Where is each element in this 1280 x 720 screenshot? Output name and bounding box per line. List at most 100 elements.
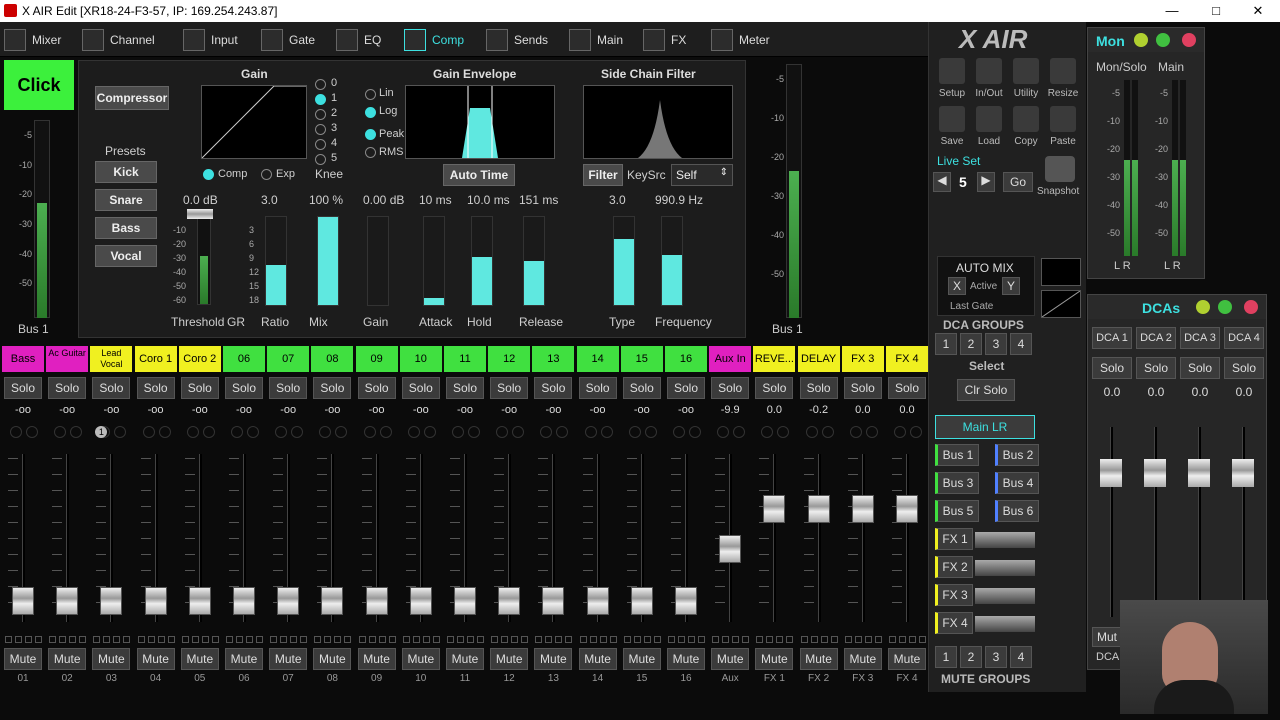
peak-radio[interactable]	[365, 129, 376, 140]
mute-button[interactable]: Mute	[92, 648, 131, 670]
solo-button[interactable]: Solo	[48, 377, 87, 399]
mute-button[interactable]: Mute	[48, 648, 87, 670]
go-button[interactable]: Go	[1003, 172, 1033, 192]
minimize-icon[interactable]	[1196, 300, 1210, 314]
param-bar-frequency[interactable]	[661, 216, 683, 306]
dca-name-button[interactable]: DCA 4	[1224, 327, 1264, 349]
solo-button[interactable]: Solo	[755, 377, 794, 399]
mute-button[interactable]: Mute	[490, 648, 529, 670]
fader-knob[interactable]	[365, 587, 388, 616]
channel-name[interactable]: Coro 2	[178, 346, 221, 372]
channel-name[interactable]: 06	[223, 346, 265, 372]
fader-knob[interactable]	[807, 495, 830, 524]
close-icon[interactable]: ✕	[1238, 0, 1278, 22]
fader-knob[interactable]	[144, 587, 167, 616]
channel-name[interactable]: FX 4	[886, 346, 928, 372]
paste-icon[interactable]	[1050, 106, 1076, 132]
preset-snare-button[interactable]: Snare	[95, 189, 157, 211]
solo-button[interactable]: Solo	[799, 377, 838, 399]
knee-2-radio[interactable]	[315, 109, 326, 120]
tab-mixer[interactable]: Mixer	[4, 24, 61, 55]
preset-vocal-button[interactable]: Vocal	[95, 245, 157, 267]
mute-button[interactable]: Mute	[888, 648, 926, 670]
tab-eq[interactable]: EQ	[336, 24, 381, 55]
param-bar-type[interactable]	[613, 216, 635, 306]
channel-name[interactable]: Ac Guitar	[46, 346, 89, 372]
fader-knob[interactable]	[851, 495, 874, 524]
main-lr-button[interactable]: Main LR	[935, 415, 1035, 439]
dock-icon[interactable]	[1156, 33, 1170, 47]
fader-knob[interactable]	[630, 587, 653, 616]
fader-knob[interactable]	[498, 587, 521, 616]
dca-name-button[interactable]: DCA 3	[1180, 327, 1220, 349]
log-radio[interactable]	[365, 107, 376, 118]
solo-button[interactable]: Solo	[225, 377, 263, 399]
mute-button[interactable]: Mute	[667, 648, 705, 670]
mute-button[interactable]: Mute	[136, 648, 175, 670]
solo-button[interactable]: Solo	[622, 377, 661, 399]
bus-button[interactable]: Bus 1	[935, 444, 979, 466]
param-bar-hold[interactable]	[471, 216, 493, 306]
tab-fx[interactable]: FX	[643, 24, 686, 55]
setup-icon[interactable]	[939, 58, 965, 84]
mute-button[interactable]: Mute	[843, 648, 882, 670]
dca-fader-knob[interactable]	[1188, 459, 1210, 487]
comp-radio[interactable]	[203, 169, 214, 180]
bus-button[interactable]: Bus 5	[935, 500, 979, 522]
param-bar-ratio[interactable]	[265, 216, 287, 306]
fader-knob[interactable]	[233, 587, 255, 616]
threshold-meter[interactable]	[197, 209, 211, 305]
channel-name[interactable]: 14	[576, 346, 619, 372]
fader-knob[interactable]	[896, 495, 918, 524]
solo-button[interactable]: Solo	[578, 377, 617, 399]
dca-group-button[interactable]: 3	[985, 333, 1007, 355]
solo-button[interactable]: Solo	[92, 377, 131, 399]
channel-name[interactable]: REVE...	[753, 346, 796, 372]
preset-kick-button[interactable]: Kick	[95, 161, 157, 183]
channel-name[interactable]: 07	[267, 346, 310, 372]
mute-button[interactable]: Mute	[711, 648, 750, 670]
tab-sends[interactable]: Sends	[486, 24, 548, 55]
dca-solo-button[interactable]: Solo	[1180, 357, 1220, 379]
keysrc-select[interactable]: Self ⇕	[671, 164, 733, 186]
minimize-icon[interactable]: —	[1152, 0, 1192, 22]
save-icon[interactable]	[939, 106, 965, 132]
rms-radio[interactable]	[365, 147, 376, 158]
channel-name[interactable]: 11	[444, 346, 486, 372]
bus-button[interactable]: Bus 4	[995, 472, 1039, 494]
fader-knob[interactable]	[321, 587, 344, 616]
dca-solo-button[interactable]: Solo	[1224, 357, 1264, 379]
tab-comp[interactable]: Comp	[404, 24, 464, 55]
dca-mute-button[interactable]: Mut	[1092, 627, 1122, 647]
solo-button[interactable]: Solo	[401, 377, 440, 399]
next-scene-button[interactable]: ▶	[977, 172, 995, 192]
fx-button[interactable]: FX 2	[935, 556, 973, 578]
clr-solo-button[interactable]: Clr Solo	[957, 379, 1015, 401]
dca-group-button[interactable]: 1	[935, 333, 957, 355]
mute-button[interactable]: Mute	[269, 648, 308, 670]
exp-radio[interactable]	[261, 169, 272, 180]
bus-button[interactable]: Bus 2	[995, 444, 1039, 466]
solo-button[interactable]: Solo	[490, 377, 529, 399]
utility-icon[interactable]	[1013, 58, 1039, 84]
channel-name[interactable]: 15	[620, 346, 663, 372]
fader-knob[interactable]	[100, 587, 123, 616]
solo-button[interactable]: Solo	[313, 377, 352, 399]
in-out-icon[interactable]	[976, 58, 1002, 84]
channel-name[interactable]: Lead Vocal	[90, 346, 133, 372]
lin-radio[interactable]	[365, 89, 376, 100]
channel-name[interactable]: Coro 1	[134, 346, 177, 372]
dca-group-button[interactable]: 4	[1010, 333, 1032, 355]
dock-icon[interactable]	[1218, 300, 1232, 314]
threshold-slider[interactable]	[187, 209, 213, 219]
mute-group-button[interactable]: 2	[960, 646, 982, 668]
channel-name[interactable]: FX 3	[841, 346, 884, 372]
solo-button[interactable]: Solo	[446, 377, 484, 399]
tab-meter[interactable]: Meter	[711, 24, 770, 55]
fader-knob[interactable]	[56, 587, 79, 616]
mute-button[interactable]: Mute	[799, 648, 838, 670]
mute-button[interactable]: Mute	[4, 648, 42, 670]
param-bar-attack[interactable]	[423, 216, 445, 306]
solo-button[interactable]: Solo	[4, 377, 42, 399]
mute-button[interactable]: Mute	[313, 648, 352, 670]
